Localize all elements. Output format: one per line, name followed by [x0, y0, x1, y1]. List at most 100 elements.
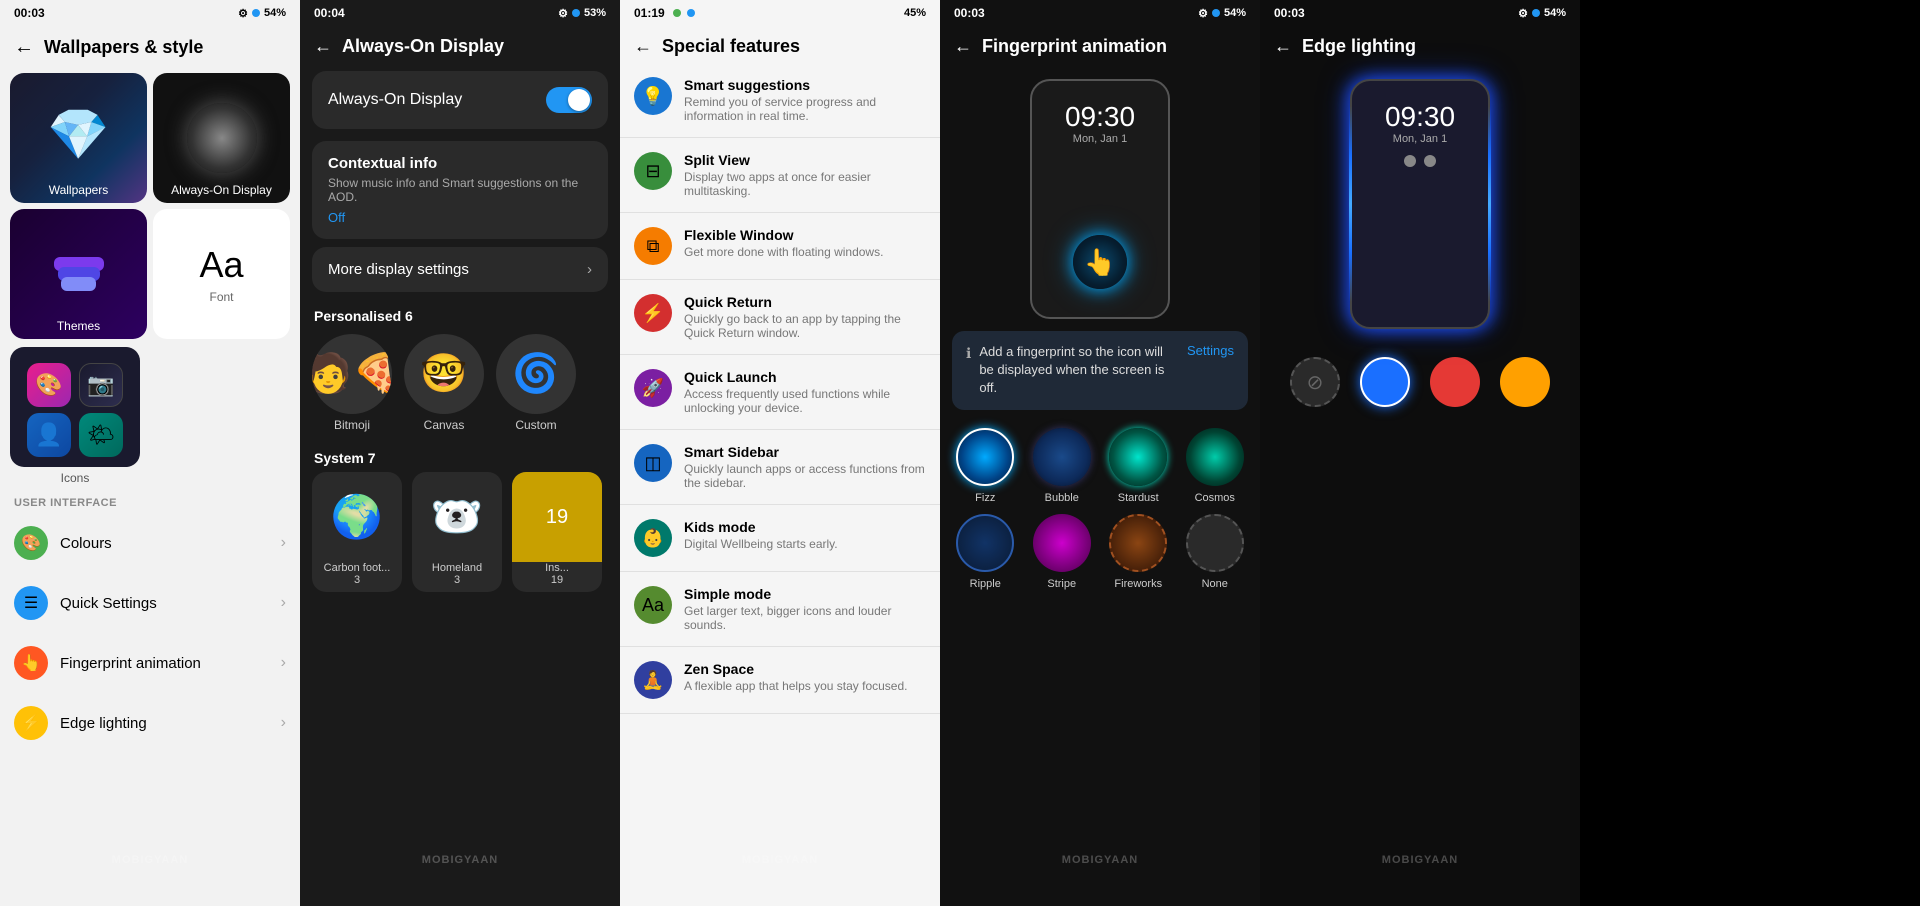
status-bar-p1: 00:03 ⚙ 54%: [0, 0, 300, 26]
feature-item-smart-sidebar[interactable]: ◫ Smart Sidebar Quickly launch apps or a…: [620, 430, 940, 505]
feature-list: 💡 Smart suggestions Remind you of servic…: [620, 63, 940, 906]
avatar-bitmoji-img: 🧑‍🍕: [312, 334, 392, 414]
feature-icon-kids-mode: 👶: [634, 519, 672, 557]
gear-icon-p2: ⚙: [558, 7, 568, 20]
anim-label-fireworks: Fireworks: [1114, 578, 1162, 590]
back-button-p4[interactable]: ←: [954, 36, 972, 57]
notification-dot: [252, 9, 260, 17]
edge-color-picker: ⊘: [1260, 341, 1580, 423]
themes-card[interactable]: Themes: [10, 209, 147, 339]
avatar-canvas[interactable]: 🤓 Canvas: [404, 334, 484, 432]
anim-label-stardust: Stardust: [1118, 492, 1159, 504]
section-label-ui: USER INTERFACE: [0, 489, 300, 513]
battery-p2: 53%: [584, 7, 606, 19]
battery-p5: 54%: [1544, 7, 1566, 19]
wallpapers-card[interactable]: Wallpapers: [10, 73, 147, 203]
color-swatch-none[interactable]: ⊘: [1290, 357, 1340, 407]
contextual-status: Off: [328, 210, 592, 225]
animation-grid: Fizz Bubble Stardust Cosmos Ripple Strip…: [940, 420, 1260, 598]
feature-item-zen-space[interactable]: 🧘 Zen Space A flexible app that helps yo…: [620, 647, 940, 714]
contextual-title: Contextual info: [328, 155, 592, 172]
anim-item-bubble[interactable]: Bubble: [1029, 428, 1096, 504]
panel-edge-lighting: 00:03 ⚙ 54% ← Edge lighting 09:30 Mon, J…: [1260, 0, 1580, 906]
feature-sub-smart-suggestions: Remind you of service progress and infor…: [684, 95, 926, 123]
aod-toggle-card[interactable]: Always-On Display: [312, 71, 608, 129]
anim-item-ripple[interactable]: Ripple: [952, 514, 1019, 590]
font-card[interactable]: Aa Font: [153, 209, 290, 339]
watermark-p4: MOBIGYAAN: [1062, 854, 1138, 866]
avatar-custom[interactable]: 🌀 Custom: [496, 334, 576, 432]
feature-item-simple-mode[interactable]: Aa Simple mode Get larger text, bigger i…: [620, 572, 940, 647]
list-item-fpanimation[interactable]: 👆 Fingerprint animation ›: [0, 633, 300, 693]
chevron-more: ›: [587, 261, 592, 278]
feature-sub-simple-mode: Get larger text, bigger icons and louder…: [684, 604, 926, 632]
back-button-p5[interactable]: ←: [1274, 36, 1292, 57]
colours-text: Colours: [60, 535, 269, 552]
anim-item-stripe[interactable]: Stripe: [1029, 514, 1096, 590]
anim-item-fireworks[interactable]: Fireworks: [1105, 514, 1172, 590]
fp-phone-preview: 09:30 Mon, Jan 1 👆: [940, 63, 1260, 327]
back-button-p3[interactable]: ←: [634, 36, 652, 57]
feature-icon-simple-mode: Aa: [634, 586, 672, 624]
icon-blob-dark: 📷: [79, 363, 123, 407]
feature-item-kids-mode[interactable]: 👶 Kids mode Digital Wellbeing starts ear…: [620, 505, 940, 572]
avatar-bitmoji-label: Bitmoji: [334, 418, 370, 432]
notif-dot-p4: [1212, 9, 1220, 17]
list-item-colours[interactable]: 🎨 Colours ›: [0, 513, 300, 573]
feature-sub-smart-sidebar: Quickly launch apps or access functions …: [684, 462, 926, 490]
anim-label-cosmos: Cosmos: [1195, 492, 1235, 504]
edge-phone-time: 09:30: [1385, 101, 1455, 133]
anim-label-ripple: Ripple: [970, 578, 1001, 590]
fpanimation-icon: 👆: [14, 646, 48, 680]
chevron-icon-el: ›: [281, 714, 286, 732]
anim-item-stardust[interactable]: Stardust: [1105, 428, 1172, 504]
aod-toggle-switch[interactable]: [546, 87, 592, 113]
anim-circle-stardust: [1109, 428, 1167, 486]
colours-icon: 🎨: [14, 526, 48, 560]
battery-p4: 54%: [1224, 7, 1246, 19]
panel-special-features: 01:19 45% ← Special features 💡 Smart sug…: [620, 0, 940, 906]
list-item-edgelighting[interactable]: ⚡ Edge lighting ›: [0, 693, 300, 753]
feature-title-quick-launch: Quick Launch: [684, 369, 926, 385]
more-settings-row[interactable]: More display settings ›: [312, 247, 608, 292]
battery-p1: 54%: [264, 7, 286, 19]
gear-icon-p4: ⚙: [1198, 7, 1208, 20]
avatar-canvas-label: Canvas: [424, 418, 465, 432]
aod-label: Always-On Display: [153, 183, 290, 197]
edge-icon-1: [1404, 155, 1416, 167]
system-section: System 7 🌍 Carbon foot... 3 🐻‍❄️ Homelan…: [300, 440, 620, 596]
feature-item-quick-return[interactable]: ⚡ Quick Return Quickly go back to an app…: [620, 280, 940, 355]
anim-item-none[interactable]: None: [1182, 514, 1249, 590]
fp-tooltip-text: Add a fingerprint so the icon will be di…: [979, 343, 1179, 398]
anim-label-bubble: Bubble: [1045, 492, 1079, 504]
page-title-p3: Special features: [662, 36, 800, 57]
theme-card-homeland[interactable]: 🐻‍❄️ Homeland 3: [412, 472, 502, 592]
feature-item-quick-launch[interactable]: 🚀 Quick Launch Access frequently used fu…: [620, 355, 940, 430]
theme-card-ins[interactable]: 19 Ins... 19: [512, 472, 602, 592]
icons-card[interactable]: 🎨 📷 👤 🌤 Icons: [10, 347, 140, 485]
icon-blob-pink: 🎨: [27, 363, 71, 407]
color-swatch-amber[interactable]: [1500, 357, 1550, 407]
anim-circle-ripple: [956, 514, 1014, 572]
feature-title-split-view: Split View: [684, 152, 926, 168]
quicksettings-text: Quick Settings: [60, 595, 269, 612]
feature-item-flexible-window[interactable]: ⧉ Flexible Window Get more done with flo…: [620, 213, 940, 280]
anim-item-cosmos[interactable]: Cosmos: [1182, 428, 1249, 504]
feature-item-smart-suggestions[interactable]: 💡 Smart suggestions Remind you of servic…: [620, 63, 940, 138]
fp-settings-link[interactable]: Settings: [1187, 343, 1234, 358]
color-swatch-red[interactable]: [1430, 357, 1480, 407]
watermark-p5: MOBIGYAAN: [1382, 854, 1458, 866]
anim-item-fizz[interactable]: Fizz: [952, 428, 1019, 504]
feature-item-split-view[interactable]: ⊟ Split View Display two apps at once fo…: [620, 138, 940, 213]
battery-p3: 45%: [904, 7, 926, 19]
theme-card-carbon[interactable]: 🌍 Carbon foot... 3: [312, 472, 402, 592]
list-item-quicksettings[interactable]: ☰ Quick Settings ›: [0, 573, 300, 633]
avatar-bitmoji[interactable]: 🧑‍🍕 Bitmoji: [312, 334, 392, 432]
back-button-p2[interactable]: ←: [314, 36, 332, 57]
aod-card[interactable]: Always-On Display: [153, 73, 290, 203]
contextual-card[interactable]: Contextual info Show music info and Smar…: [312, 141, 608, 239]
back-button-p1[interactable]: ←: [14, 36, 34, 59]
color-swatch-blue[interactable]: [1360, 357, 1410, 407]
personalised-header: Personalised 6: [300, 296, 620, 330]
feature-title-quick-return: Quick Return: [684, 294, 926, 310]
